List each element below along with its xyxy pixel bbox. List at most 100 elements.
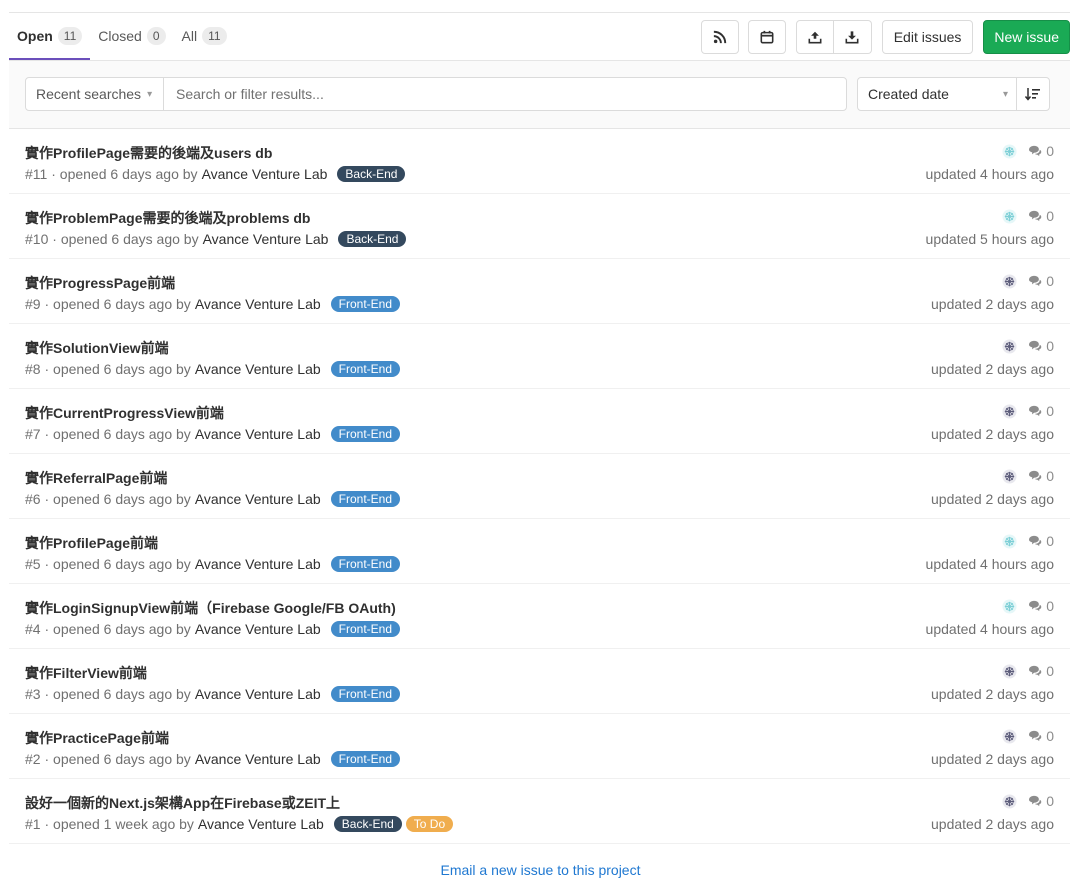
issue-title-link[interactable]: 實作LoginSignupView前端（Firebase Google/FB O… <box>25 598 396 618</box>
calendar-icon <box>760 30 774 44</box>
issue-label[interactable]: Front-End <box>330 751 401 767</box>
issue-author-link[interactable]: Avance Venture Lab <box>195 686 321 702</box>
comments-count[interactable]: 0 <box>1028 338 1054 354</box>
comments-count[interactable]: 0 <box>1028 273 1054 289</box>
edit-issues-button[interactable]: Edit issues <box>881 20 974 54</box>
export-button[interactable] <box>795 20 834 54</box>
issue-reference: #1 <box>25 816 41 832</box>
issue-author-link[interactable]: Avance Venture Lab <box>195 751 321 767</box>
issue-author-link[interactable]: Avance Venture Lab <box>202 166 328 182</box>
issue-updated-time: updated 2 days ago <box>931 296 1054 312</box>
comments-icon <box>1029 730 1042 742</box>
comments-count[interactable]: 0 <box>1028 598 1054 614</box>
assignee-avatar[interactable] <box>1002 273 1017 289</box>
issue-label[interactable]: To Do <box>405 816 454 832</box>
issue-stats: 0 <box>1002 273 1054 289</box>
issue-stats: 0 <box>1002 598 1054 614</box>
issue-row: 實作SolutionView前端 #8 · opened 6 days ago b… <box>9 324 1070 389</box>
assignee-avatar[interactable] <box>1002 533 1017 549</box>
issue-author-link[interactable]: Avance Venture Lab <box>195 361 321 377</box>
comments-count[interactable]: 0 <box>1028 468 1054 484</box>
issue-opened-text: opened 6 days ago by <box>53 621 191 637</box>
assignee-avatar[interactable] <box>1002 403 1017 419</box>
issue-reference: #11 <box>25 166 48 182</box>
issue-author-link[interactable]: Avance Venture Lab <box>203 231 329 247</box>
comments-count[interactable]: 0 <box>1028 728 1054 744</box>
issue-opened-text: opened 6 days ago by <box>53 361 191 377</box>
issue-title-link[interactable]: 實作PracticePage前端 <box>25 728 169 748</box>
issue-label[interactable]: Back-End <box>333 816 402 832</box>
tab-open[interactable]: Open 11 <box>9 13 91 60</box>
issue-label[interactable]: Front-End <box>330 296 401 312</box>
issue-stats: 0 <box>1002 143 1054 159</box>
sort-lowest-icon <box>1025 88 1040 101</box>
assignee-avatar[interactable] <box>1002 208 1017 224</box>
sort-label: Created date <box>868 86 949 102</box>
issue-author-link[interactable]: Avance Venture Lab <box>195 556 321 572</box>
comments-icon <box>1029 600 1042 612</box>
comments-icon <box>1029 535 1042 547</box>
meta-separator: · <box>40 556 54 572</box>
issue-title-link[interactable]: 實作ProfilePage需要的後端及users db <box>25 143 272 163</box>
comments-count[interactable]: 0 <box>1028 533 1054 549</box>
issue-author-link[interactable]: Avance Venture Lab <box>198 816 324 832</box>
assignee-avatar[interactable] <box>1002 728 1017 744</box>
issue-title-link[interactable]: 實作ReferralPage前端 <box>25 468 167 488</box>
issue-meta: #8 · opened 6 days ago by Avance Venture … <box>25 361 401 377</box>
assignee-avatar[interactable] <box>1002 468 1017 484</box>
filter-bar: Recent searches ▾ Created date ▾ <box>9 61 1070 129</box>
comments-count[interactable]: 0 <box>1028 208 1054 224</box>
search-input[interactable] <box>163 77 847 111</box>
recent-searches-dropdown[interactable]: Recent searches ▾ <box>25 77 164 111</box>
assignee-avatar[interactable] <box>1002 793 1017 809</box>
issues-list: 實作ProfilePage需要的後端及users db #11 · opened … <box>9 129 1070 844</box>
new-issue-button[interactable]: New issue <box>983 20 1070 54</box>
issue-stats: 0 <box>1002 533 1054 549</box>
comments-count[interactable]: 0 <box>1028 793 1054 809</box>
issue-label[interactable]: Front-End <box>330 621 401 637</box>
tab-closed[interactable]: Closed 0 <box>90 13 173 59</box>
issue-title-link[interactable]: 實作SolutionView前端 <box>25 338 169 358</box>
comments-count-value: 0 <box>1046 728 1054 744</box>
issue-label[interactable]: Back-End <box>337 166 406 182</box>
assignee-avatar[interactable] <box>1002 143 1017 159</box>
issue-opened-text: opened 1 week ago by <box>53 816 194 832</box>
assignee-avatar[interactable] <box>1002 663 1017 679</box>
issue-label[interactable]: Front-End <box>330 686 401 702</box>
issue-row: 實作LoginSignupView前端（Firebase Google/FB O… <box>9 584 1070 649</box>
tab-all-label: All <box>181 28 198 44</box>
issue-title-link[interactable]: 實作ProfilePage前端 <box>25 533 158 553</box>
issue-updated-time: updated 2 days ago <box>931 426 1054 442</box>
import-button[interactable] <box>833 20 872 54</box>
issue-row: 實作CurrentProgressView前端 #7 · opened 6 day… <box>9 389 1070 454</box>
tab-open-count: 11 <box>57 27 83 45</box>
issue-title-link[interactable]: 實作ProblemPage需要的後端及problems db <box>25 208 310 228</box>
comments-count[interactable]: 0 <box>1028 403 1054 419</box>
sort-direction-button[interactable] <box>1016 77 1050 111</box>
assignee-avatar[interactable] <box>1002 338 1017 354</box>
issue-title-link[interactable]: 實作FilterView前端 <box>25 663 147 683</box>
issue-stats: 0 <box>1002 663 1054 679</box>
issue-label[interactable]: Front-End <box>330 361 401 377</box>
issue-title-link[interactable]: 設好一個新的Next.js架構App在Firebase或ZEIT上 <box>25 793 340 813</box>
issue-author-link[interactable]: Avance Venture Lab <box>195 296 321 312</box>
meta-separator: · <box>40 491 54 507</box>
issue-title-link[interactable]: 實作CurrentProgressView前端 <box>25 403 224 423</box>
issue-author-link[interactable]: Avance Venture Lab <box>195 621 321 637</box>
issue-meta: #10 · opened 6 days ago by Avance Venture… <box>25 231 407 247</box>
comments-count[interactable]: 0 <box>1028 143 1054 159</box>
assignee-avatar[interactable] <box>1002 598 1017 614</box>
issue-label[interactable]: Front-End <box>330 426 401 442</box>
issue-author-link[interactable]: Avance Venture Lab <box>195 426 321 442</box>
issue-title-link[interactable]: 實作ProgressPage前端 <box>25 273 175 293</box>
comments-count[interactable]: 0 <box>1028 663 1054 679</box>
issue-label[interactable]: Front-End <box>330 556 401 572</box>
issue-label[interactable]: Front-End <box>330 491 401 507</box>
sort-dropdown[interactable]: Created date ▾ <box>857 77 1017 111</box>
calendar-button[interactable] <box>747 20 786 54</box>
rss-button[interactable] <box>700 20 739 54</box>
email-new-issue-link[interactable]: Email a new issue to this project <box>0 862 1081 878</box>
tab-all[interactable]: All 11 <box>174 13 235 59</box>
issue-label[interactable]: Back-End <box>338 231 407 247</box>
issue-author-link[interactable]: Avance Venture Lab <box>195 491 321 507</box>
